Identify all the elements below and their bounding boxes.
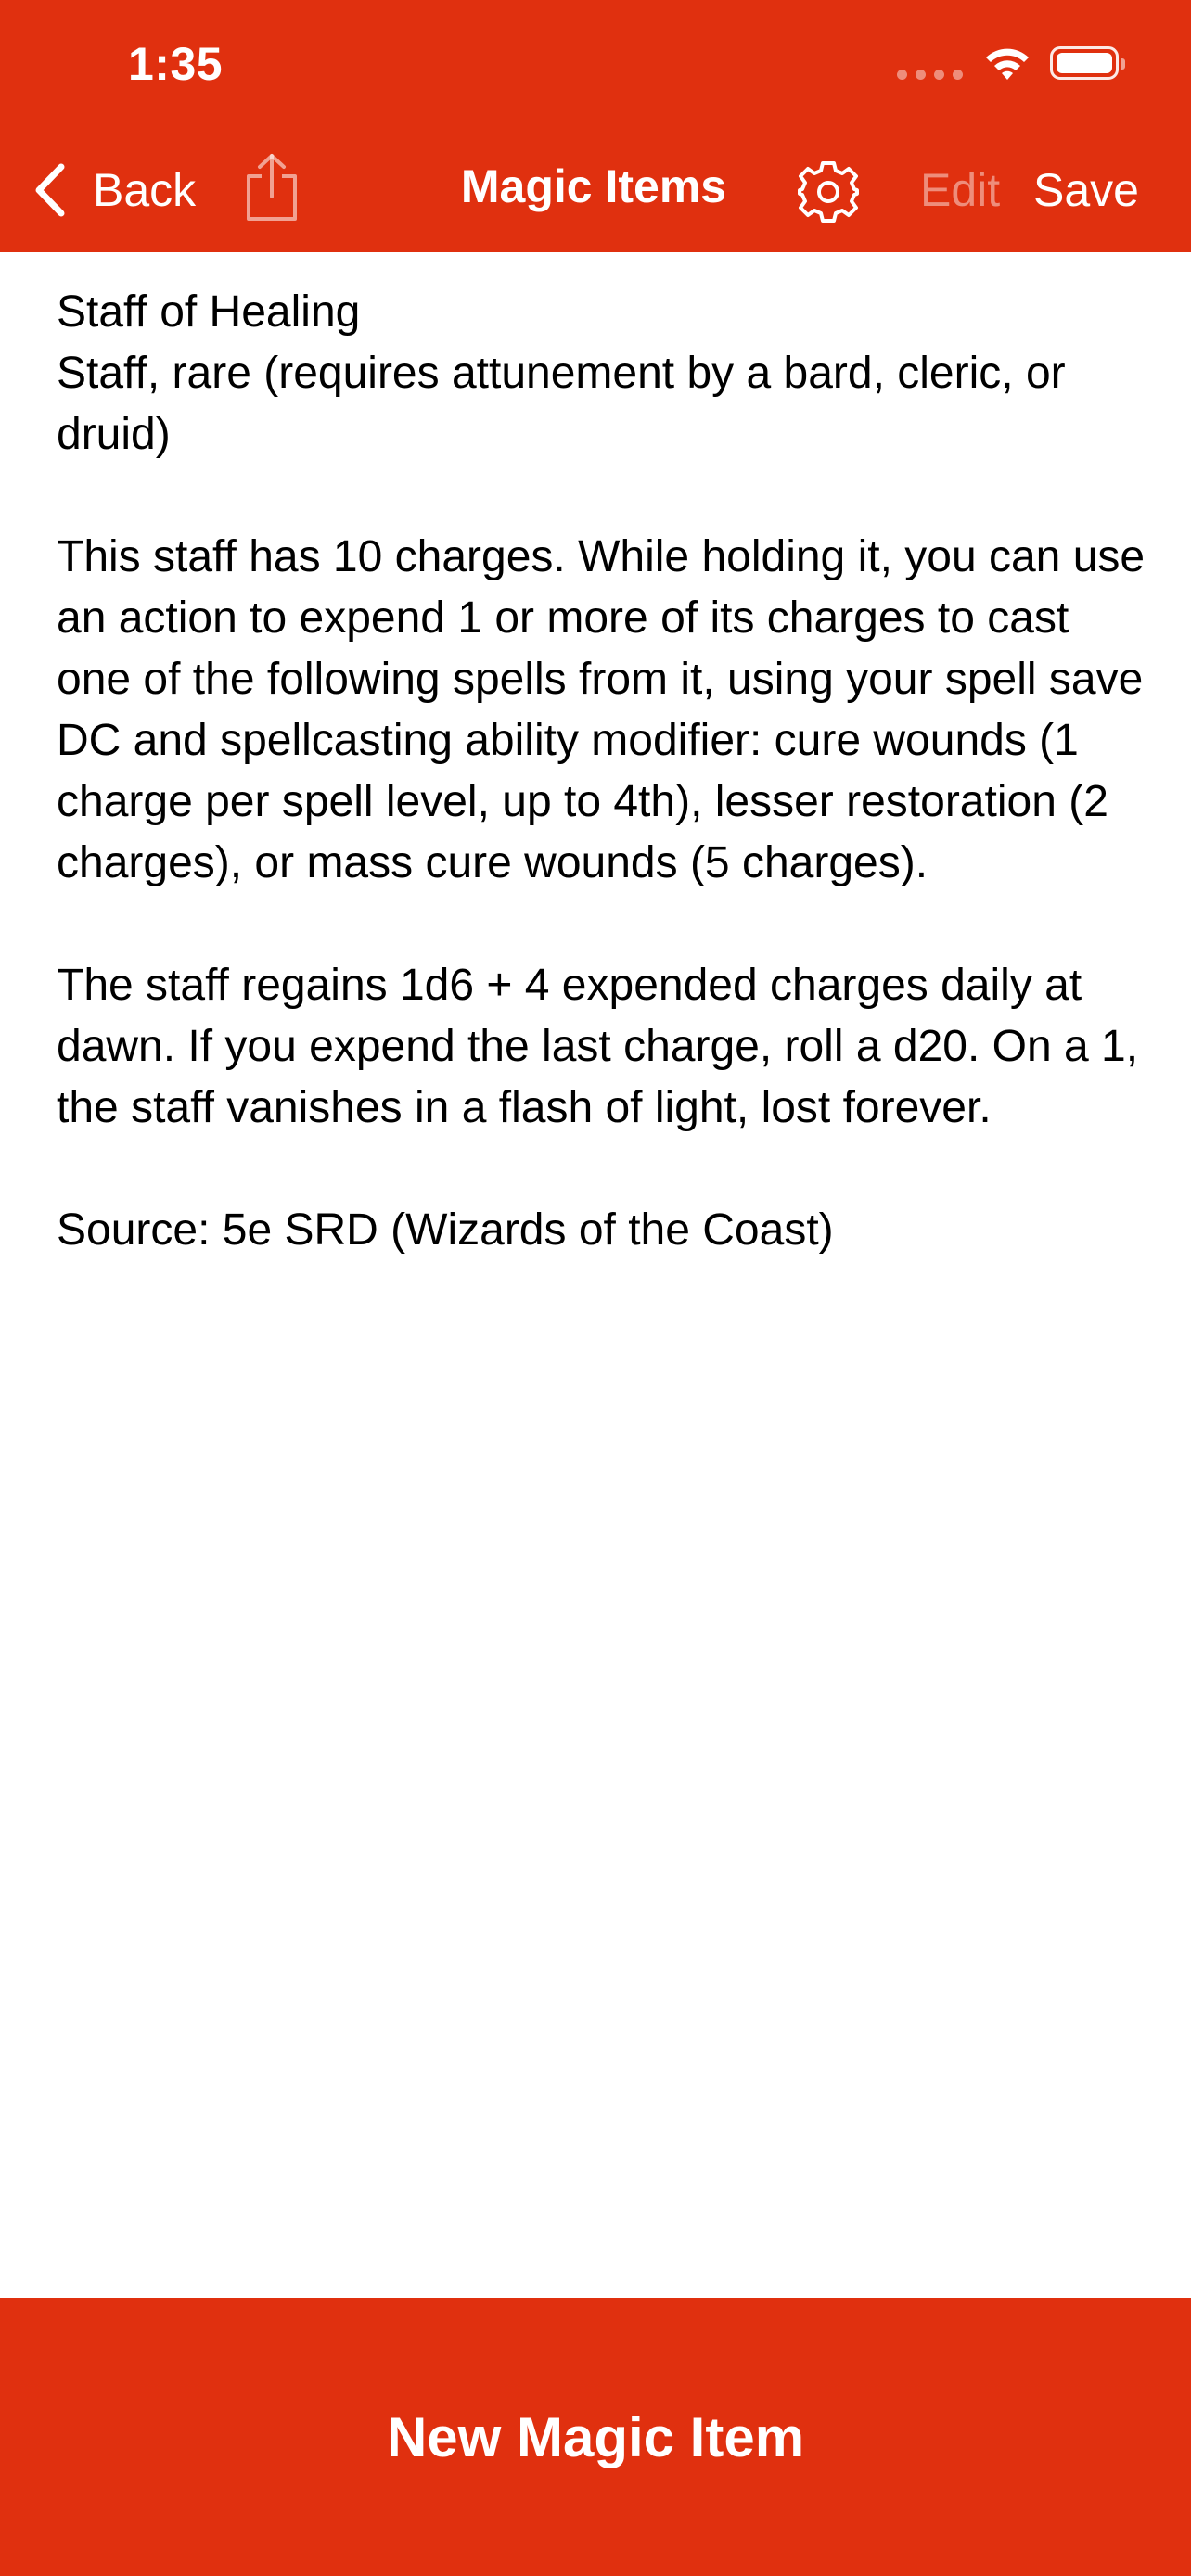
share-icon[interactable]: [241, 152, 302, 223]
screen: 1:35 Back Magic Items Edit Save Staff of…: [0, 0, 1191, 2576]
item-source: Source: 5e SRD (Wizards of the Coast): [57, 1205, 834, 1255]
navigation-bar: 1:35 Back Magic Items Edit Save: [0, 0, 1191, 252]
battery-icon: [1050, 46, 1125, 80]
back-label: Back: [93, 164, 197, 216]
wifi-icon: [986, 48, 1029, 80]
item-subtitle: Staff, rare (requires attunement by a ba…: [57, 349, 1066, 459]
status-time: 1:35: [128, 38, 224, 90]
item-description-paragraph: This staff has 10 charges. While holding…: [57, 532, 1146, 887]
item-detail-text: Staff of Healing Staff, rare (requires a…: [57, 282, 1151, 1261]
edit-button[interactable]: Edit: [920, 163, 1000, 217]
item-description-paragraph: The staff regains 1d6 + 4 expended charg…: [57, 961, 1139, 1132]
chevron-left-icon: [35, 163, 65, 217]
new-magic-item-label: New Magic Item: [386, 2405, 805, 2468]
save-button[interactable]: Save: [1033, 163, 1139, 217]
cellular-signal-icon: [897, 47, 963, 80]
item-name: Staff of Healing: [57, 287, 361, 337]
page-title: Magic Items: [460, 160, 727, 212]
new-magic-item-button[interactable]: New Magic Item: [0, 2298, 1191, 2576]
gear-icon[interactable]: [796, 159, 861, 224]
status-icons: [897, 45, 1125, 82]
back-button[interactable]: Back: [33, 158, 196, 223]
